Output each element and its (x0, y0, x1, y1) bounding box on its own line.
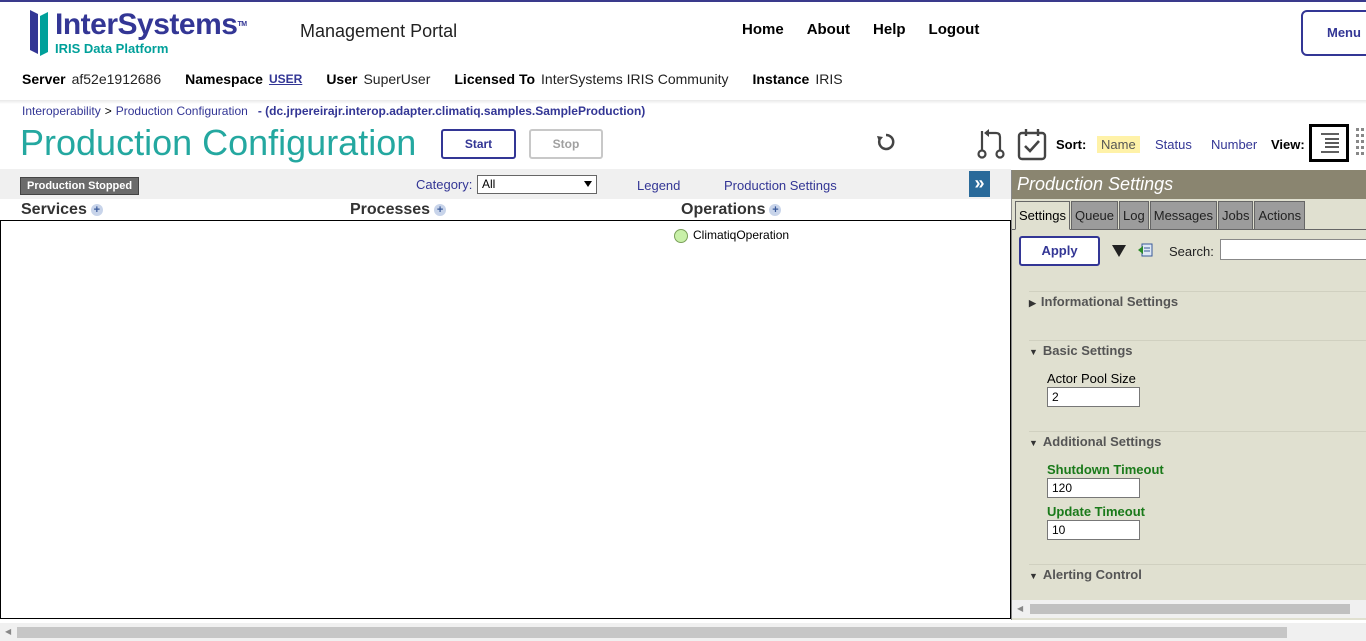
legend-link[interactable]: Legend (637, 178, 680, 193)
search-input[interactable] (1220, 239, 1366, 260)
informational-settings-section[interactable]: ▶ Informational Settings (1029, 294, 1178, 309)
basic-settings-section[interactable]: ▼ Basic Settings (1029, 343, 1133, 358)
server-value: af52e1912686 (71, 71, 162, 87)
shutdown-timeout-label: Shutdown Timeout (1047, 462, 1164, 477)
licensed-label: Licensed To (454, 71, 536, 87)
checklist-icon[interactable] (1016, 127, 1048, 161)
nav-help[interactable]: Help (873, 21, 906, 38)
category-selected-value: All (482, 177, 496, 191)
tab-queue[interactable]: Queue (1070, 201, 1119, 230)
processes-column-header: Processes + (350, 201, 447, 219)
triangle-down-icon: ▼ (1029, 438, 1038, 448)
start-button[interactable]: Start (441, 129, 516, 159)
pull-request-icon[interactable] (976, 127, 1006, 161)
tab-settings[interactable]: Settings (1015, 201, 1070, 230)
services-column-header: Services + (21, 201, 103, 219)
view-lines-icon (1321, 133, 1339, 153)
page-horizontal-scrollbar[interactable]: ◀ (0, 623, 1366, 641)
apply-button[interactable]: Apply (1019, 236, 1100, 266)
settings-panel: Production Settings Settings Queue Log M… (1011, 170, 1366, 620)
production-settings-link[interactable]: Production Settings (724, 178, 837, 193)
intersystems-logo[interactable]: InterSystemsTM IRIS Data Platform (28, 8, 248, 58)
breadcrumb-production-configuration[interactable]: Production Configuration (116, 104, 248, 118)
scrollbar-thumb[interactable] (1030, 604, 1350, 614)
view-list-icon[interactable] (1309, 124, 1349, 162)
view-label: View: (1271, 137, 1305, 152)
grip-icon[interactable] (1355, 126, 1365, 160)
tab-jobs[interactable]: Jobs (1217, 201, 1254, 230)
shutdown-timeout-input[interactable] (1047, 478, 1140, 498)
breadcrumb-interoperability[interactable]: Interoperability (22, 104, 101, 118)
filter-dropdown-icon[interactable] (1112, 245, 1126, 257)
namespace-link[interactable]: USER (269, 72, 302, 88)
info-bar: Server af52e1912686 Namespace USER User … (22, 71, 867, 87)
instance-label: Instance (752, 71, 810, 87)
section-divider (1029, 564, 1366, 565)
category-select[interactable]: All (477, 175, 597, 194)
sort-label: Sort: (1056, 137, 1087, 152)
section-divider (1029, 340, 1366, 341)
triangle-down-icon: ▼ (1029, 571, 1038, 581)
sort-by-name[interactable]: Name (1097, 136, 1140, 153)
alerting-control-section[interactable]: ▼ Alerting Control (1029, 567, 1142, 582)
user-value: SuperUser (363, 71, 431, 87)
refresh-icon[interactable] (876, 132, 896, 152)
actor-pool-size-input[interactable] (1047, 387, 1140, 407)
nav-about[interactable]: About (807, 21, 850, 38)
tab-messages[interactable]: Messages (1149, 201, 1217, 230)
server-label: Server (22, 71, 66, 87)
export-icon[interactable] (1138, 242, 1154, 258)
search-label: Search: (1169, 244, 1214, 259)
operations-column-header: Operations + (681, 201, 782, 219)
status-dot-icon (674, 228, 688, 243)
add-operation-icon[interactable]: + (769, 203, 782, 216)
add-service-icon[interactable]: + (90, 203, 103, 216)
portal-title: Management Portal (300, 21, 458, 41)
scroll-left-icon[interactable]: ◀ (1017, 604, 1023, 613)
scrollbar-thumb[interactable] (17, 627, 1287, 638)
top-border (0, 0, 1366, 2)
top-nav: Home About Help Logout (742, 21, 979, 38)
instance-value: IRIS (815, 71, 843, 87)
actor-pool-size-label: Actor Pool Size (1047, 371, 1136, 386)
stop-button[interactable]: Stop (529, 129, 603, 159)
operation-item[interactable]: ClimatiqOperation (674, 228, 789, 243)
panel-title: Production Settings (1012, 170, 1366, 199)
triangle-right-icon: ▶ (1029, 298, 1036, 308)
user-label: User (326, 71, 358, 87)
section-divider (1029, 291, 1366, 292)
logo-subtitle: IRIS Data Platform (55, 41, 169, 56)
operation-name: ClimatiqOperation (693, 228, 790, 242)
logo-name: InterSystemsTM (55, 8, 247, 41)
panel-horizontal-scrollbar[interactable]: ◀ (1012, 600, 1366, 618)
update-timeout-input[interactable] (1047, 520, 1140, 540)
add-process-icon[interactable]: + (434, 203, 447, 216)
sort-by-status[interactable]: Status (1151, 136, 1196, 153)
tab-actions[interactable]: Actions (1254, 201, 1306, 230)
scroll-left-icon[interactable]: ◀ (5, 627, 11, 636)
section-divider (1029, 431, 1366, 432)
breadcrumb-production-name: - (dc.jrpereirajr.interop.adapter.climat… (257, 104, 646, 118)
chevron-down-icon (584, 181, 592, 187)
page-title: Production Configuration (20, 122, 417, 163)
tab-log[interactable]: Log (1119, 201, 1149, 230)
breadcrumb-separator: > (104, 104, 112, 118)
production-status-badge: Production Stopped (20, 177, 140, 195)
production-diagram[interactable] (0, 220, 1011, 619)
menu-button[interactable]: Menu (1301, 10, 1366, 56)
update-timeout-label: Update Timeout (1047, 504, 1145, 519)
expand-panel-button[interactable]: » (969, 171, 990, 197)
triangle-down-icon: ▼ (1029, 347, 1038, 357)
breadcrumb: Interoperability > Production Configuratio… (22, 104, 645, 118)
sort-by-number[interactable]: Number (1207, 136, 1261, 153)
nav-logout[interactable]: Logout (929, 21, 980, 38)
nav-home[interactable]: Home (742, 21, 784, 38)
logo-mark-icon (30, 10, 48, 56)
category-label: Category: (416, 177, 473, 192)
licensed-value: InterSystems IRIS Community (541, 71, 729, 87)
additional-settings-section[interactable]: ▼ Additional Settings (1029, 434, 1161, 449)
panel-tabs: Settings Queue Log Messages Jobs Actions (1015, 201, 1306, 230)
namespace-label: Namespace (185, 71, 263, 87)
